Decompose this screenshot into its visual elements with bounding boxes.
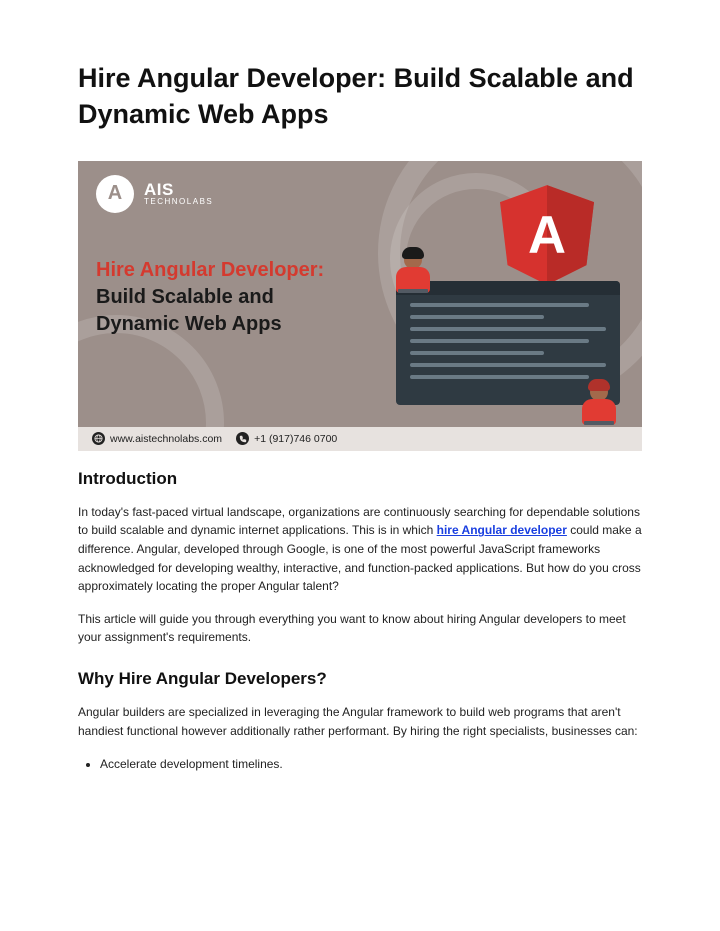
logo-text-block: AIS TECHNOLABS: [144, 181, 213, 206]
hire-angular-developer-link[interactable]: hire Angular developer: [437, 523, 567, 537]
globe-icon: [92, 432, 105, 445]
section-heading-introduction: Introduction: [78, 469, 642, 489]
phone-text: +1 (917)746 0700: [254, 433, 337, 445]
intro-paragraph-2: This article will guide you through ever…: [78, 610, 642, 647]
logo-name: AIS: [144, 181, 213, 198]
logo-mark-icon: A: [96, 175, 134, 213]
website-item: www.aistechnolabs.com: [92, 432, 222, 445]
developer-illustration: [396, 247, 430, 293]
developer-illustration: [582, 379, 616, 425]
benefits-list: Accelerate development timelines.: [100, 754, 642, 774]
headline-rest: Build Scalable and Dynamic Web Apps: [96, 286, 282, 335]
logo-subtext: TECHNOLABS: [144, 198, 213, 206]
shield-letter: A: [528, 206, 566, 265]
angular-shield-icon: A: [500, 185, 594, 285]
section-heading-why-hire: Why Hire Angular Developers?: [78, 669, 642, 689]
headline-accent: Hire Angular Developer:: [96, 259, 324, 281]
intro-paragraph-1: In today's fast-paced virtual landscape,…: [78, 503, 642, 596]
page-title: Hire Angular Developer: Build Scalable a…: [78, 60, 642, 133]
list-item: Accelerate development timelines.: [100, 754, 642, 774]
brand-logo: A AIS TECHNOLABS: [96, 175, 213, 213]
why-hire-paragraph: Angular builders are specialized in leve…: [78, 703, 642, 740]
banner-contact-bar: www.aistechnolabs.com +1 (917)746 0700: [78, 427, 642, 451]
document-page: Hire Angular Developer: Build Scalable a…: [0, 0, 720, 815]
phone-item: +1 (917)746 0700: [236, 432, 337, 445]
website-text: www.aistechnolabs.com: [110, 433, 222, 445]
phone-icon: [236, 432, 249, 445]
hero-banner: A AIS TECHNOLABS Hire Angular Developer:…: [78, 161, 642, 451]
banner-headline: Hire Angular Developer: Build Scalable a…: [96, 257, 346, 338]
